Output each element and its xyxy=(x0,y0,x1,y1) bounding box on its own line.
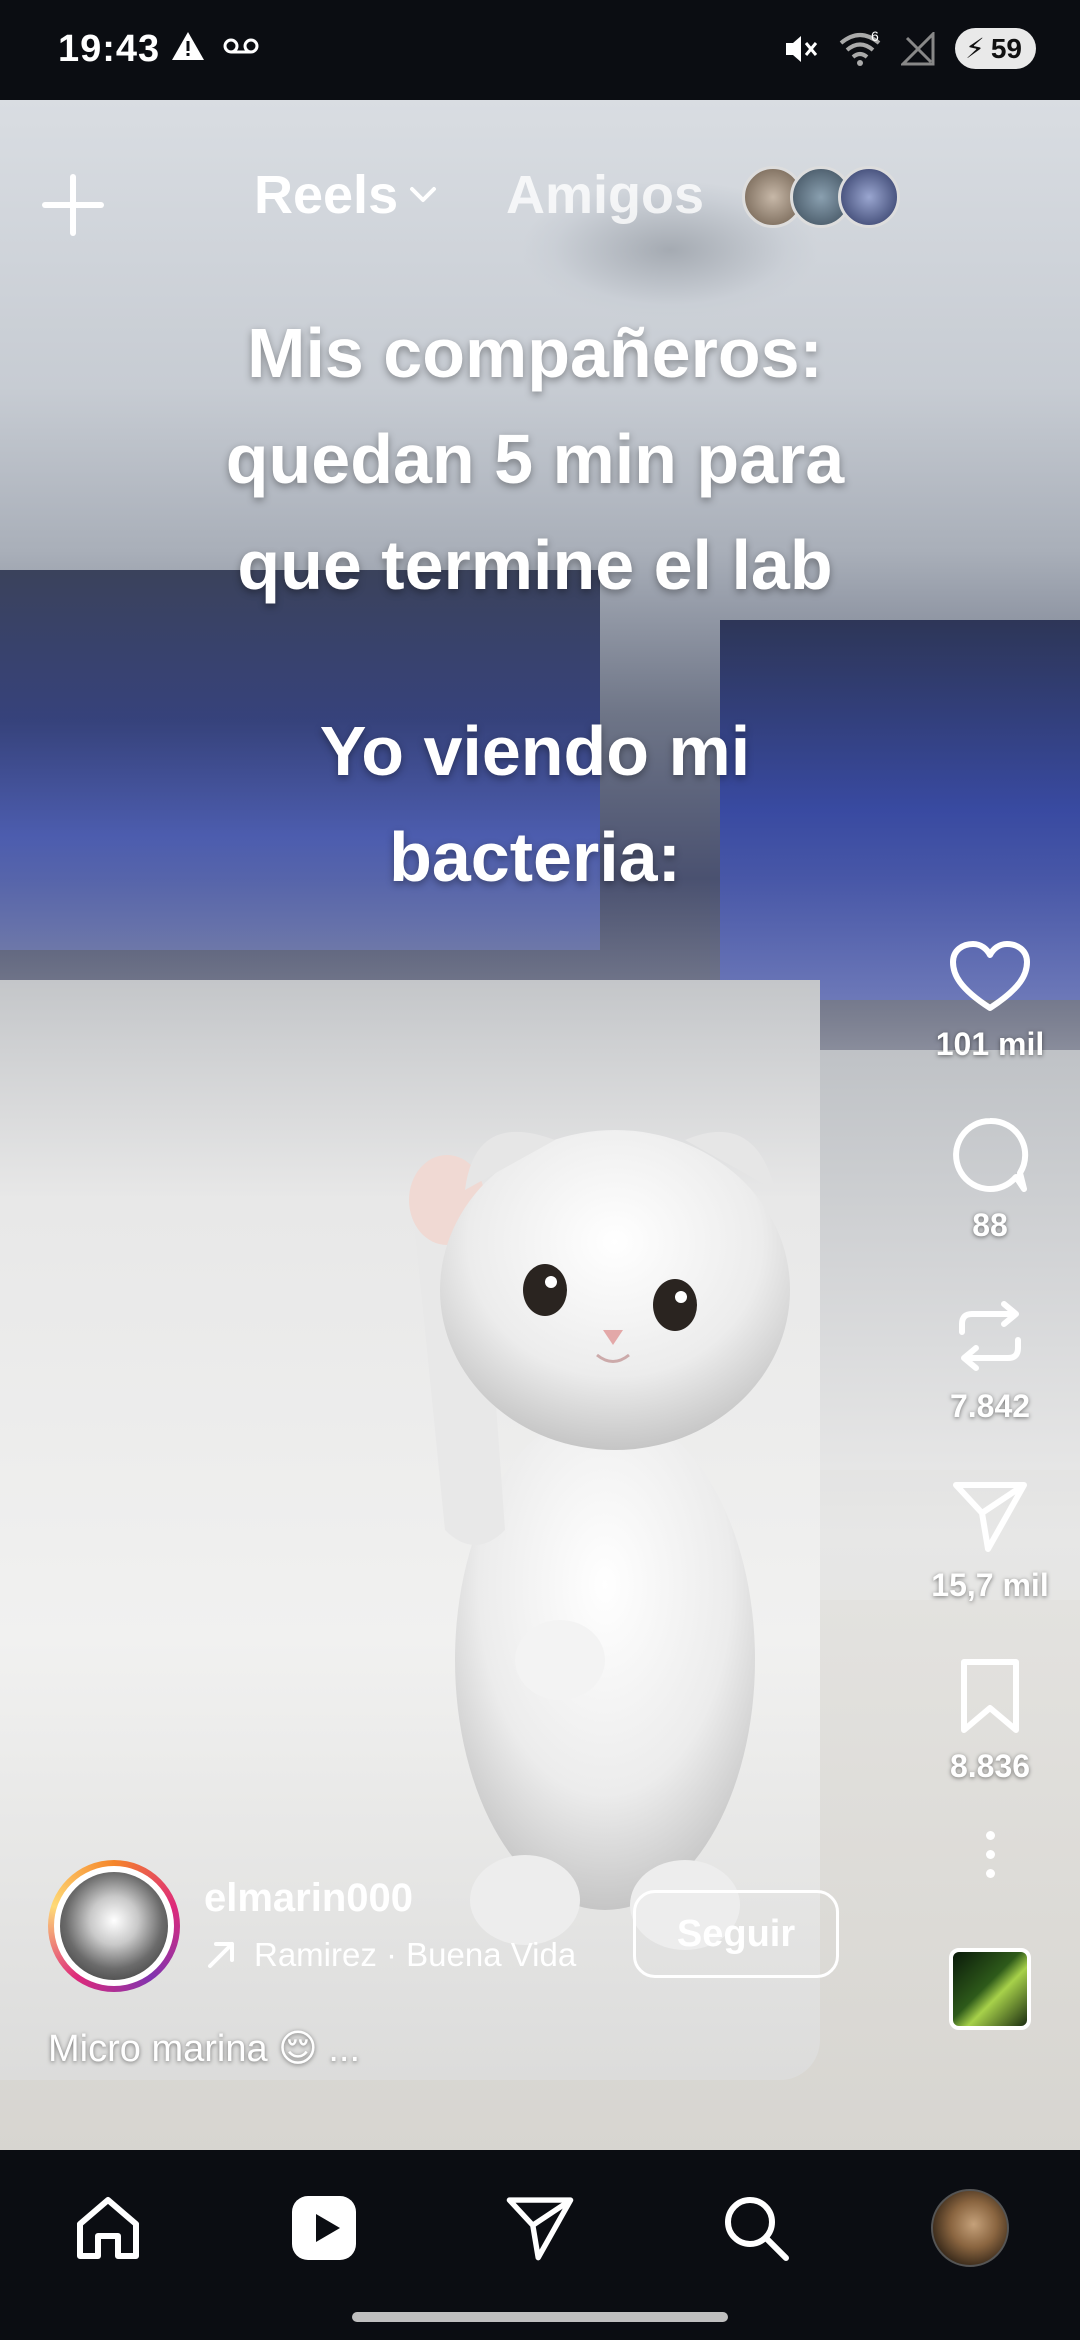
save-button[interactable]: 8.836 xyxy=(950,1656,1030,1785)
save-count: 8.836 xyxy=(949,1748,1031,1784)
nav-profile[interactable] xyxy=(928,2186,1012,2270)
friend-avatars[interactable] xyxy=(742,166,900,228)
create-button[interactable] xyxy=(38,170,108,240)
author-avatar[interactable] xyxy=(48,1860,180,1992)
avatar xyxy=(838,166,900,228)
overlay-line-1: Mis compañeros: xyxy=(247,314,823,392)
comment-icon xyxy=(953,1117,1029,1192)
battery-indicator: ⚡ 59 xyxy=(955,28,1036,69)
tab-reels-label: Reels xyxy=(254,165,399,225)
wifi-icon: 6 xyxy=(839,31,881,66)
arrow-up-right-icon xyxy=(208,1942,234,1968)
more-options-icon[interactable] xyxy=(985,1831,995,1878)
chevron-down-icon xyxy=(410,187,437,202)
author-row: elmarin000 Ramirez · Buena Vida Seguir xyxy=(48,1860,888,2000)
home-indicator[interactable] xyxy=(352,2312,728,2322)
reels-icon xyxy=(292,2196,356,2260)
status-time: 19:43 xyxy=(58,28,161,70)
battery-level: 59 xyxy=(990,32,1022,64)
author-username[interactable]: elmarin000 xyxy=(204,1876,413,1921)
tab-amigos-label: Amigos xyxy=(506,165,705,225)
nav-search[interactable] xyxy=(714,2186,798,2270)
audio-info[interactable]: Ramirez · Buena Vida xyxy=(204,1936,654,1974)
share-count: 15,7 mil xyxy=(931,1567,1049,1603)
repost-count: 7.842 xyxy=(949,1388,1031,1424)
plus-icon xyxy=(42,174,104,236)
heart-icon xyxy=(949,941,1030,1011)
send-icon xyxy=(506,2197,574,2261)
battery-bolt-icon: ⚡ xyxy=(965,33,985,64)
overlay-line-2: quedan 5 min para xyxy=(225,420,845,498)
audio-title: Ramirez · Buena Vida xyxy=(254,1936,577,1973)
nav-messages[interactable] xyxy=(498,2186,582,2270)
send-icon xyxy=(953,1482,1027,1552)
share-button[interactable]: 15,7 mil xyxy=(931,1477,1049,1604)
reel-video[interactable]: Mis compañeros: quedan 5 min para que te… xyxy=(0,100,1080,2150)
action-column: 101 mil 88 7.842 15,7 mil 8.836 xyxy=(910,940,1070,2030)
status-bar: 19:43 6 ⚡ 59 xyxy=(0,0,1080,100)
home-icon xyxy=(77,2197,139,2259)
bookmark-icon xyxy=(960,1659,1019,1733)
signal-icon xyxy=(901,31,935,65)
wifi-badge: 6 xyxy=(871,31,879,44)
audio-thumbnail[interactable] xyxy=(949,1948,1031,2030)
like-button[interactable]: 101 mil xyxy=(935,940,1045,1063)
top-navigation: Reels Amigos xyxy=(0,160,1080,240)
repost-icon xyxy=(958,1301,1021,1371)
repost-button[interactable]: 7.842 xyxy=(950,1296,1030,1425)
follow-button[interactable]: Seguir xyxy=(633,1890,839,1978)
warning-icon xyxy=(172,32,204,60)
overlay-line-4: Yo viendo mi xyxy=(319,712,751,790)
tab-amigos[interactable]: Amigos xyxy=(506,164,704,226)
profile-avatar xyxy=(931,2189,1009,2267)
tab-reels[interactable]: Reels xyxy=(254,164,438,226)
voicemail-icon xyxy=(223,38,259,54)
comment-count: 88 xyxy=(972,1207,1008,1243)
nav-home[interactable] xyxy=(66,2186,150,2270)
reel-overlay-text: Mis compañeros: quedan 5 min para que te… xyxy=(100,300,970,910)
overlay-line-5: bacteria: xyxy=(389,818,681,896)
nav-reels[interactable] xyxy=(282,2186,366,2270)
kitten-image xyxy=(409,1130,790,1950)
follow-label: Seguir xyxy=(676,1912,796,1955)
like-count: 101 mil xyxy=(935,1026,1045,1062)
comment-button[interactable]: 88 xyxy=(950,1115,1030,1244)
mute-icon xyxy=(786,35,818,62)
search-icon xyxy=(725,2197,789,2261)
reel-description[interactable]: Micro marina 😌 ... xyxy=(48,2026,360,2071)
overlay-line-3: que termine el lab xyxy=(237,526,833,604)
